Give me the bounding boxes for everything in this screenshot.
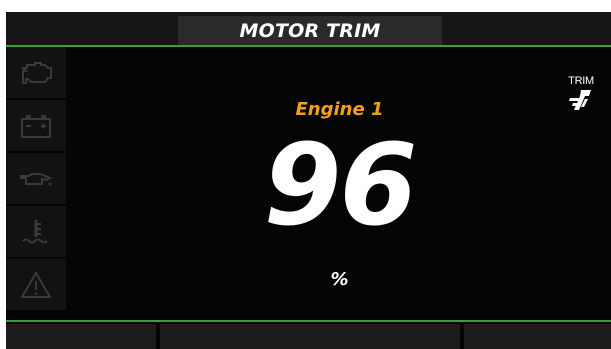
sidebar-item-engine-check[interactable] (6, 47, 66, 100)
engine-check-icon (20, 61, 52, 84)
warning-triangle-icon (20, 270, 52, 298)
sidebar-item-oil-pressure[interactable] (6, 153, 66, 206)
sidebar-item-general-warning[interactable] (6, 259, 66, 312)
battery-icon (21, 114, 51, 138)
coolant-temperature-icon (22, 219, 48, 243)
sidebar-item-coolant-temperature[interactable] (6, 206, 66, 259)
engine-label: Engine 1 (295, 99, 384, 120)
trim-unit: % (330, 269, 349, 290)
motor-trim-icon (569, 90, 591, 110)
trim-badge: TRIM (559, 75, 603, 119)
header-title-box: MOTOR TRIM (178, 16, 442, 45)
trim-readout-panel: Engine 1 96 % TRIM (68, 47, 611, 320)
trim-badge-label: TRIM (568, 75, 594, 87)
oil-pressure-icon (20, 172, 53, 185)
page-title: MOTOR TRIM (239, 19, 381, 42)
softkey-bar (6, 320, 611, 349)
softkey-1[interactable] (6, 324, 156, 349)
warning-sidebar (6, 47, 68, 320)
display-screen: MOTOR TRIM Engine 1 96 % TRIM (6, 12, 611, 349)
softkey-3[interactable] (464, 324, 611, 349)
softkey-2[interactable] (160, 324, 460, 349)
trim-value: 96 (263, 121, 418, 251)
sidebar-item-battery[interactable] (6, 100, 66, 153)
header-bar: MOTOR TRIM (6, 12, 611, 47)
